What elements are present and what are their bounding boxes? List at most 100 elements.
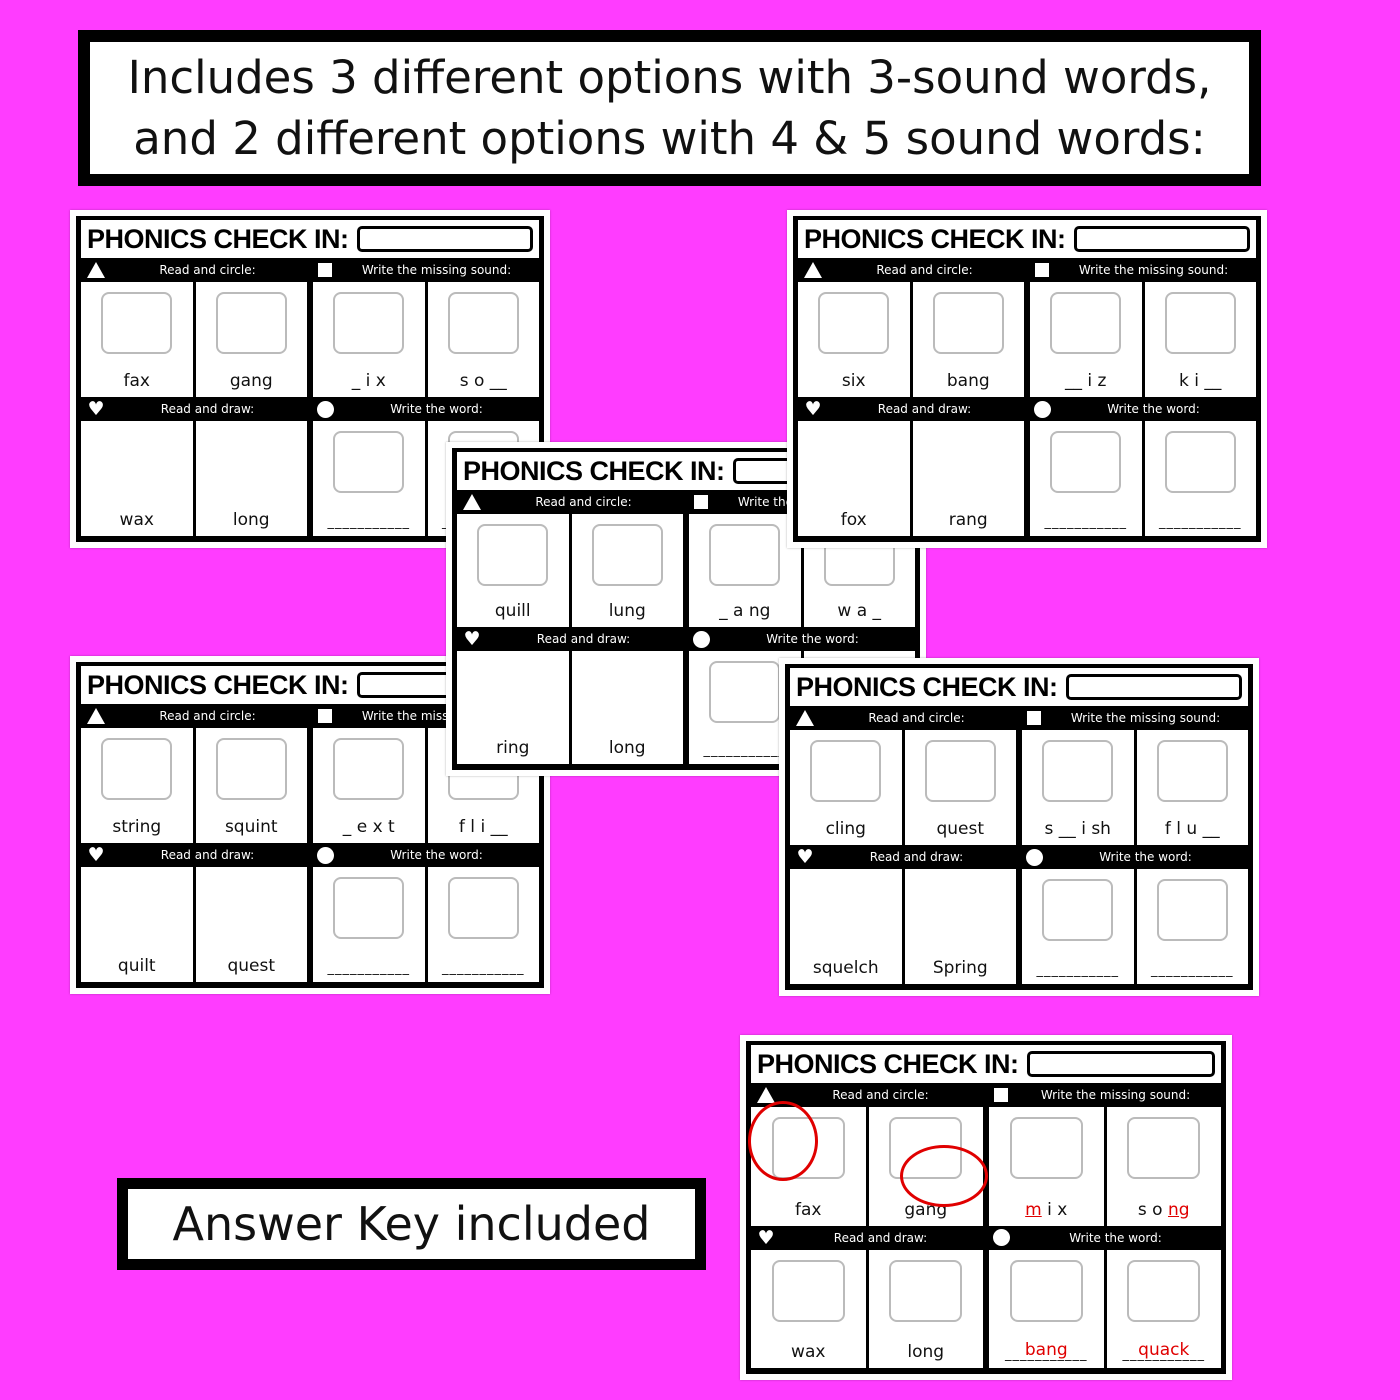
write-word-cell: ___________ <box>427 867 539 982</box>
drawn-picture <box>771 1259 845 1322</box>
section-label: Write the missing sound: <box>1040 1088 1191 1102</box>
circle-icon <box>692 630 710 648</box>
read-draw-cell: wax <box>751 1249 866 1368</box>
read-circle-cell: bang <box>912 282 1024 397</box>
picture-illustration <box>709 524 781 586</box>
square-shape <box>318 263 332 277</box>
section-label: Write the word: <box>1107 402 1200 416</box>
picture-illustration <box>477 524 549 586</box>
picture-illustration <box>1164 292 1236 354</box>
section-label: Read and circle: <box>159 709 256 723</box>
section-label: Write the word: <box>390 402 483 416</box>
heart-glyph: ♥ <box>87 398 105 420</box>
square-icon <box>316 707 334 725</box>
worksheet-card-e: PHONICS CHECK IN: Read and circle: Write t… <box>779 658 1259 996</box>
square-shape <box>1035 263 1049 277</box>
section-header: ♥ Read and draw: Write the word: <box>81 397 539 421</box>
cell-word: quilt <box>117 956 156 976</box>
triangle-shape <box>796 710 814 726</box>
heart-glyph: ♥ <box>463 628 481 650</box>
circle-shape <box>692 630 710 648</box>
square-icon <box>1033 261 1051 279</box>
header-half: Write the word: <box>1027 397 1256 421</box>
cell-row: six bang __ i z k i __ <box>798 282 1256 397</box>
picture-illustration <box>1164 431 1236 493</box>
picture-illustration <box>333 877 405 939</box>
header-half: Read and circle: <box>81 258 310 282</box>
picture-illustration <box>1127 1259 1201 1322</box>
read-draw-cell: long <box>195 421 307 536</box>
cell-word: long <box>232 510 270 530</box>
header-half: Write the word: <box>986 1226 1221 1250</box>
cell-word: fox <box>840 510 867 530</box>
picture-illustration <box>447 877 519 939</box>
picture-illustration <box>1009 1117 1083 1179</box>
missing-sound-cell: _ e x t <box>313 728 425 843</box>
answer-word: quack <box>1138 1340 1190 1360</box>
triangle-icon <box>463 493 481 511</box>
cell-word: long <box>608 738 646 758</box>
section-label: Read and circle: <box>868 711 965 725</box>
worksheet-title: PHONICS CHECK IN: <box>87 669 349 700</box>
header-half: ♥ Read and draw: <box>751 1226 986 1250</box>
triangle-icon <box>757 1086 775 1104</box>
header-half: Write the word: <box>310 397 539 421</box>
header-half: Write the missing sound: <box>1027 258 1256 282</box>
promo-banner: Includes 3 different options with 3-soun… <box>78 30 1261 186</box>
square-icon <box>692 493 710 511</box>
circle-shape <box>316 400 334 418</box>
read-draw-cell: long <box>868 1249 983 1368</box>
section-label: Read and draw: <box>877 402 972 416</box>
header-half: Write the missing sound: <box>310 258 539 282</box>
header-half: ♥ Read and draw: <box>81 397 310 421</box>
heart-icon: ♥ <box>796 848 814 867</box>
square-shape <box>318 709 332 723</box>
cell-word: fax <box>123 371 150 391</box>
read-draw-cell: fox <box>798 421 910 536</box>
missing-sound-word: f l i __ <box>459 817 508 837</box>
header-half: Read and circle: <box>81 704 310 728</box>
title-row: PHONICS CHECK IN: <box>790 668 1248 706</box>
picture-illustration <box>1050 431 1122 493</box>
heart-icon: ♥ <box>87 398 105 420</box>
square-shape <box>694 495 708 509</box>
worksheet-title: PHONICS CHECK IN: <box>796 671 1058 702</box>
square-shape <box>1027 711 1041 725</box>
cell-row: cling quest s __ i sh f l u __ <box>790 730 1248 845</box>
triangle-shape <box>87 262 105 278</box>
sound-part: w a _ <box>837 601 882 621</box>
title-row: PHONICS CHECK IN: <box>751 1045 1221 1083</box>
sound-part: m <box>1025 1199 1042 1220</box>
write-word-cell: ___________ <box>1022 869 1134 984</box>
cell-word: long <box>907 1342 945 1362</box>
circle-icon <box>316 846 334 864</box>
missing-sound-cell: s __ i sh <box>1022 730 1134 845</box>
section-label: Write the missing sound: <box>1078 263 1229 277</box>
picture-illustration <box>1050 292 1122 354</box>
cell-word: wax <box>791 1342 826 1362</box>
triangle-shape <box>757 1087 775 1103</box>
sound-part: i x <box>1041 1199 1068 1220</box>
picture-illustration <box>1042 740 1114 802</box>
write-word-cell: ___________ quack <box>1106 1249 1221 1368</box>
cell-row: quilt quest ___________ ___________ <box>81 867 539 982</box>
square-icon <box>316 261 334 279</box>
missing-sound-cell: k i __ <box>1144 282 1256 397</box>
read-circle-cell: six <box>798 282 910 397</box>
missing-sound-cell: f l u __ <box>1136 730 1248 845</box>
cell-word: fax <box>795 1199 822 1220</box>
answer-blank: ___________ <box>1036 963 1119 978</box>
answer-blank: ___________ <box>1151 963 1234 978</box>
cell-row: wax long ___________ bang ___________ quack <box>751 1249 1221 1368</box>
square-shape <box>994 1088 1008 1102</box>
cell-word: wax <box>119 510 154 530</box>
heart-icon: ♥ <box>463 628 481 650</box>
worksheet-frame: PHONICS CHECK IN: Read and circle: Write t… <box>793 216 1261 542</box>
picture-illustration <box>810 740 882 802</box>
cell-word: lung <box>608 601 646 621</box>
answer-blank: ___________ <box>327 961 410 976</box>
sound-part: _ e x t <box>342 817 395 837</box>
name-box <box>356 226 533 252</box>
section-label: Read and circle: <box>159 263 256 277</box>
picture-illustration <box>333 738 405 800</box>
